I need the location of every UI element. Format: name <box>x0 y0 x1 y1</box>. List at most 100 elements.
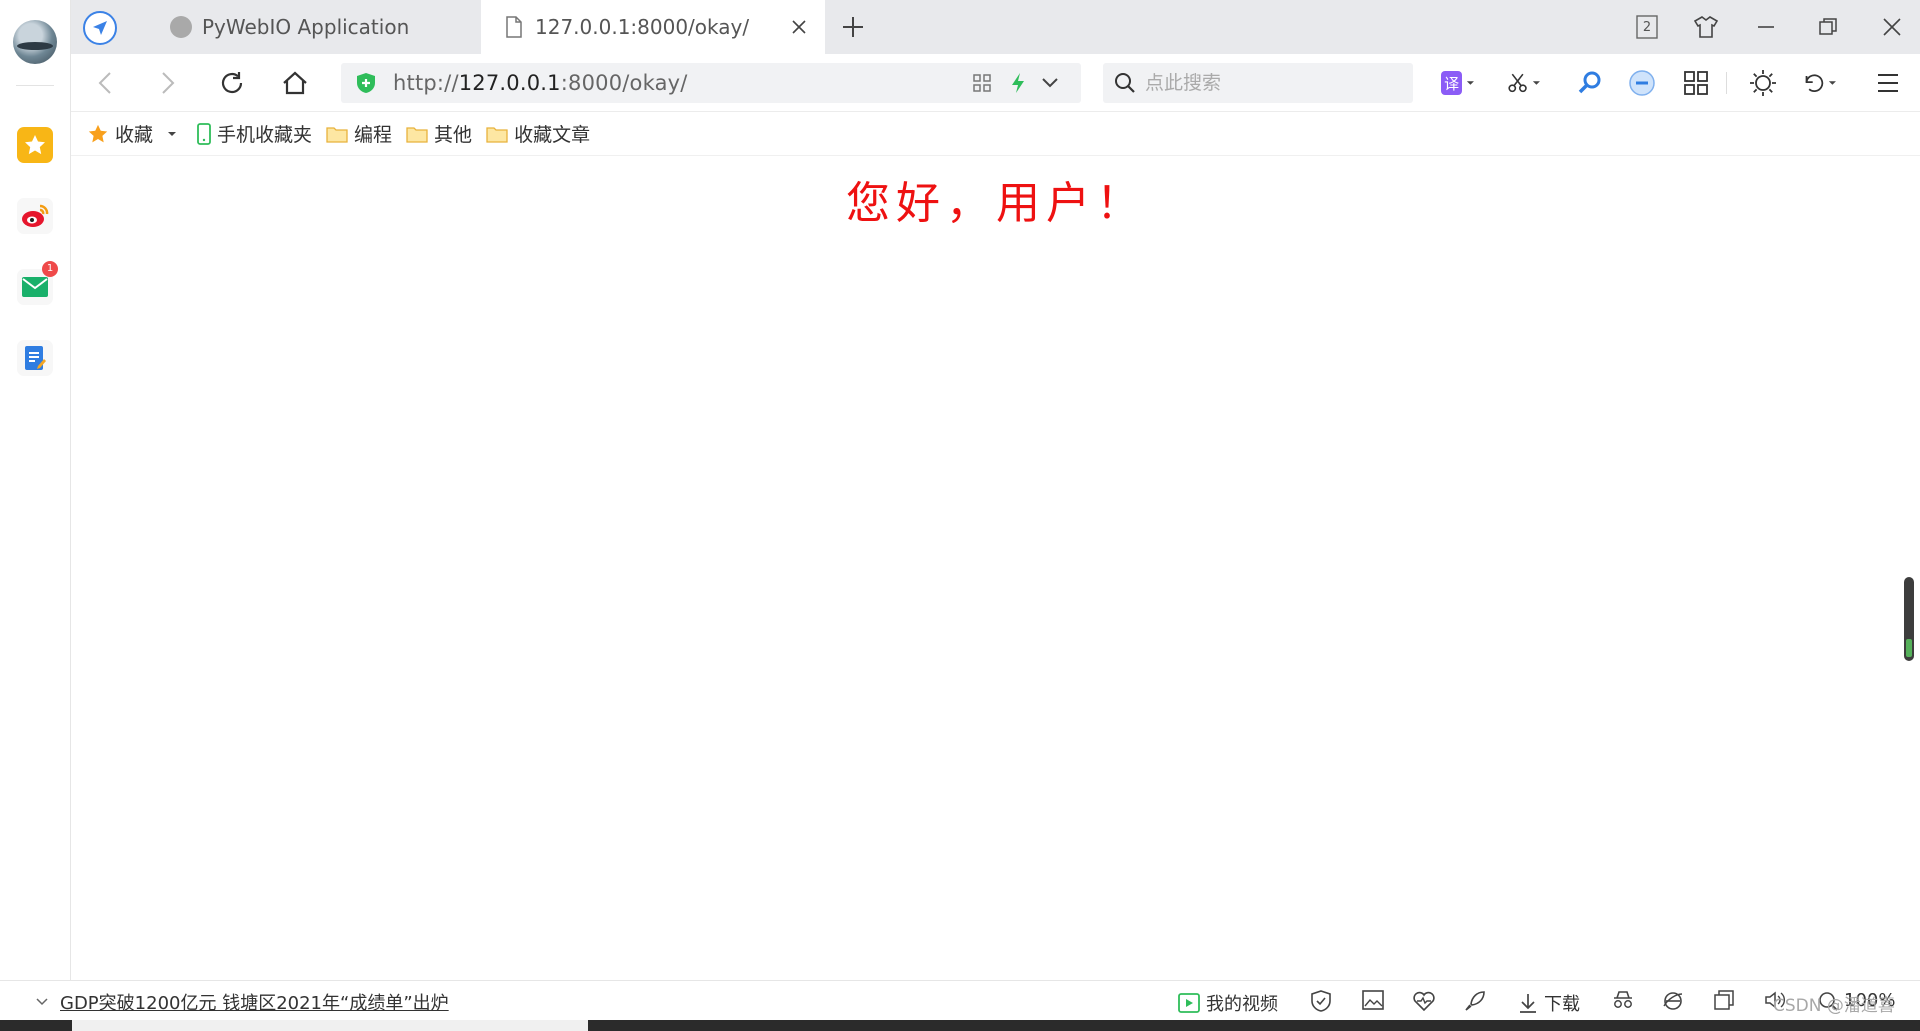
incognito-button[interactable] <box>1612 990 1634 1010</box>
loading-favicon-icon <box>170 16 192 38</box>
csdn-watermark: CSDN @潘道喜 <box>1773 996 1895 1016</box>
search-box[interactable] <box>1103 63 1413 103</box>
accelerate-button[interactable] <box>1464 990 1486 1012</box>
translate-icon: 译 <box>1441 71 1463 95</box>
weibo-icon <box>22 204 49 227</box>
lightning-icon <box>1012 73 1024 93</box>
minimize-button[interactable] <box>1751 12 1781 42</box>
sun-icon <box>1750 70 1776 96</box>
find-button[interactable] <box>1573 66 1607 100</box>
bookmark-label: 收藏 <box>115 124 154 146</box>
folder-icon <box>486 126 508 143</box>
folder-icon <box>326 126 348 143</box>
url-host: 127.0.0.1 <box>458 71 561 95</box>
caret-down-icon <box>1829 81 1837 85</box>
chevron-left-icon <box>98 72 111 94</box>
qr-code-icon <box>973 74 991 92</box>
window-icon <box>1714 990 1734 1010</box>
notes-icon <box>25 346 46 370</box>
back-button[interactable] <box>88 66 122 100</box>
close-tab-button[interactable] <box>787 15 811 39</box>
tab-title: PyWebIO Application <box>202 15 410 39</box>
browser-menu-button[interactable] <box>83 11 117 45</box>
downloads-button[interactable]: 下载 <box>1518 990 1580 1016</box>
caret-down-icon <box>168 131 177 136</box>
document-icon <box>506 16 522 38</box>
sidebar-favorites-app[interactable] <box>17 127 53 163</box>
heartbeat-icon <box>1413 991 1435 1012</box>
health-button[interactable] <box>1412 990 1436 1012</box>
chevron-right-icon <box>162 72 175 94</box>
bookmark-folder-programming[interactable]: 编程 <box>326 120 392 147</box>
bookmark-folder-articles[interactable]: 收藏文章 <box>486 120 590 147</box>
news-ticker[interactable]: GDP突破1200亿元 钱塘区2021年“成绩单”出炉 <box>36 989 449 1015</box>
navigation-toolbar: http://127.0.0.1:8000/okay/ 译 <box>71 54 1920 112</box>
os-taskbar-strip <box>0 1020 1920 1031</box>
forward-button[interactable] <box>151 66 185 100</box>
tab-title: 127.0.0.1:8000/okay/ <box>535 15 750 39</box>
sidebar-weibo-app[interactable] <box>17 198 53 234</box>
undo-close-button[interactable] <box>1803 66 1837 100</box>
tab-count-button[interactable]: 2 <box>1632 12 1662 42</box>
reload-icon <box>221 72 243 94</box>
reload-button[interactable] <box>215 66 249 100</box>
home-button[interactable] <box>278 66 312 100</box>
main-menu-button[interactable] <box>1871 66 1905 100</box>
left-sidebar: 1 <box>0 0 71 982</box>
bookmarks-bar: 收藏 手机收藏夹 编程 其他 收藏文章 <box>71 112 1920 156</box>
tab-strip: PyWebIO Application 127.0.0.1:8000/okay/… <box>71 0 1920 54</box>
brightness-button[interactable] <box>1746 66 1780 100</box>
tab-pywebio-application[interactable]: PyWebIO Application <box>146 0 476 54</box>
toolbar-divider <box>1726 72 1727 94</box>
skin-button[interactable] <box>1691 12 1721 42</box>
apps-button[interactable] <box>1679 66 1713 100</box>
close-icon <box>1883 18 1901 36</box>
rocket-icon <box>1465 991 1485 1011</box>
ie-mode-button[interactable] <box>1662 990 1684 1012</box>
bookmark-mobile-favorites[interactable]: 手机收藏夹 <box>197 120 312 147</box>
address-dropdown-button[interactable] <box>1039 72 1061 94</box>
speed-mode-button[interactable] <box>1007 72 1029 94</box>
ad-block-button[interactable] <box>1625 66 1659 100</box>
close-window-button[interactable] <box>1877 12 1907 42</box>
hamburger-menu-icon <box>1878 74 1898 92</box>
shield-icon <box>1311 990 1331 1012</box>
bookmark-label: 手机收藏夹 <box>217 124 313 146</box>
address-bar[interactable]: http://127.0.0.1:8000/okay/ <box>341 63 1081 103</box>
bookmark-folder-other[interactable]: 其他 <box>406 120 472 147</box>
tab-okay-active[interactable]: 127.0.0.1:8000/okay/ <box>481 0 825 54</box>
star-icon <box>88 124 108 142</box>
url-path: :8000/okay/ <box>560 71 688 95</box>
my-videos-label: 我的视频 <box>1206 994 1278 1015</box>
image-icon <box>1362 990 1384 1010</box>
new-tab-button[interactable] <box>839 13 867 41</box>
video-play-icon <box>1178 993 1200 1013</box>
qr-code-button[interactable] <box>971 72 993 94</box>
restore-button[interactable] <box>1813 12 1843 42</box>
undo-icon <box>1805 74 1824 92</box>
bookmark-favorites[interactable]: 收藏 <box>87 120 183 147</box>
search-input[interactable] <box>1145 72 1405 94</box>
close-icon <box>792 20 806 34</box>
security-status-button[interactable] <box>1310 990 1332 1012</box>
sidebar-notes-app[interactable] <box>17 340 53 376</box>
downloads-label: 下载 <box>1544 994 1580 1015</box>
chevron-down-icon <box>1042 78 1058 88</box>
address-url[interactable]: http://127.0.0.1:8000/okay/ <box>393 71 688 95</box>
screenshot-button[interactable] <box>1507 66 1541 100</box>
secure-shield-icon <box>357 73 375 93</box>
browser-window: 1 PyWebIO Application 127.0.0.1:8000/oka… <box>0 0 1920 1031</box>
page-scrollbar-thumb[interactable] <box>1904 577 1914 661</box>
my-videos-button[interactable]: 我的视频 <box>1178 990 1278 1016</box>
chevron-down-icon <box>36 998 48 1006</box>
bookmark-label: 其他 <box>434 124 473 146</box>
translate-button[interactable]: 译 <box>1441 66 1475 100</box>
image-tool-button[interactable] <box>1362 990 1384 1010</box>
user-avatar[interactable] <box>13 20 57 64</box>
news-headline[interactable]: GDP突破1200亿元 钱塘区2021年“成绩单”出炉 <box>60 989 449 1015</box>
caret-down-icon <box>1533 81 1541 85</box>
caret-down-icon <box>1467 81 1475 85</box>
scissors-icon <box>1508 73 1527 93</box>
phone-icon <box>197 122 211 145</box>
window-mode-button[interactable] <box>1714 990 1734 1010</box>
